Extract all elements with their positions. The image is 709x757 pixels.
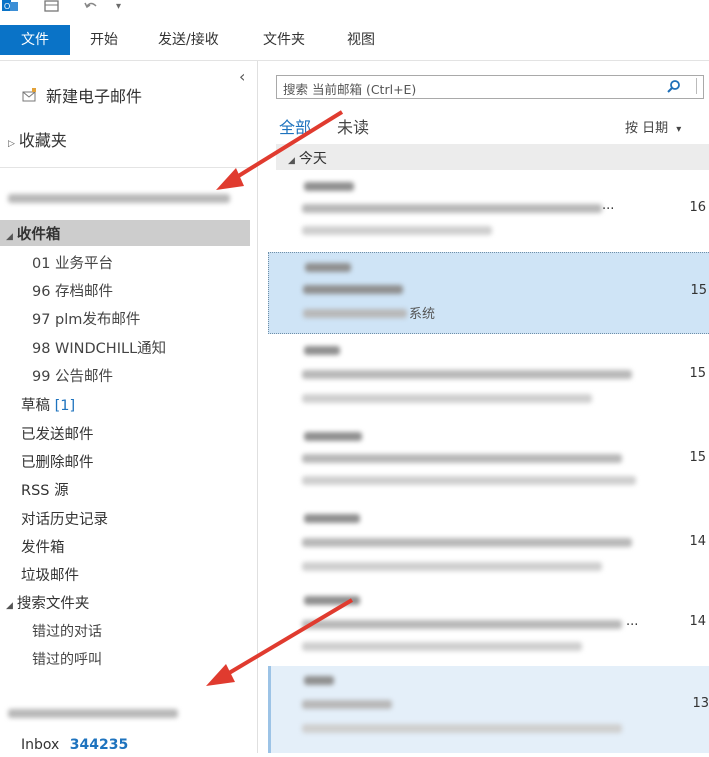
tab-folder[interactable]: 文件夹 (263, 25, 305, 55)
search-input[interactable]: 搜索 当前邮箱 (Ctrl+E) (283, 79, 416, 98)
new-email-label: 新建电子邮件 (46, 87, 143, 106)
mail-item[interactable]: 15 (268, 336, 709, 416)
folder-sent[interactable]: 已发送邮件 (21, 423, 94, 444)
account-name (8, 194, 230, 203)
second-inbox-label: Inbox (21, 737, 60, 753)
folder-conversation-history[interactable]: 对话历史记录 (21, 508, 108, 529)
mail-sender (304, 432, 362, 441)
mail-subject (302, 538, 632, 547)
mail-sender (305, 263, 351, 272)
mail-sender (304, 346, 340, 355)
filter-bar: 全部 未读 按 日期 ▾ (276, 113, 709, 141)
collapse-icon: ◢ (6, 601, 13, 611)
mail-preview (302, 562, 602, 571)
outlook-logo-icon: O (2, 0, 18, 18)
folder-outbox[interactable]: 发件箱 (21, 536, 65, 557)
mail-preview (302, 226, 492, 235)
new-email-button[interactable]: 新建电子邮件 (22, 83, 142, 107)
mail-ellipsis: ... (602, 198, 615, 213)
folder-announcements[interactable]: 99 公告邮件 (32, 365, 113, 386)
filter-all[interactable]: 全部 (279, 114, 311, 138)
mail-preview-tail: 系统 (409, 307, 436, 322)
customize-toolbar-icon[interactable]: ▾ (116, 0, 121, 14)
folder-pane: 新建电子邮件 ‹ ▷ 收藏夹 ◢ 收件箱 01 业务平台 96 存档邮件 97 pl… (0, 61, 258, 753)
mail-sender (304, 596, 360, 605)
ribbon-tabs: 文件 开始 发送/接收 文件夹 视图 (0, 22, 709, 61)
folder-windchill[interactable]: 98 WINDCHILL通知 (32, 337, 166, 358)
mail-subject (302, 700, 392, 709)
title-bar: O ▾ (0, 0, 709, 22)
expand-icon: ▷ (8, 139, 15, 149)
mail-subject (303, 285, 403, 294)
folder-second-inbox[interactable]: Inbox 344235 (21, 737, 128, 753)
search-divider (696, 78, 697, 94)
svg-text:O: O (4, 2, 10, 11)
mail-preview (302, 642, 582, 651)
folder-plm[interactable]: 97 plm发布邮件 (32, 308, 140, 329)
group-header-today[interactable]: ◢ 今天 (276, 144, 709, 170)
second-account-name (8, 709, 178, 718)
tab-send-receive[interactable]: 发送/接收 (158, 25, 219, 55)
mail-item-unread[interactable]: 13 (268, 666, 709, 753)
folder-business-platform[interactable]: 01 业务平台 (32, 252, 113, 273)
mail-item-selected[interactable]: 系统 15 (268, 252, 709, 334)
new-email-icon (22, 87, 38, 106)
inbox-label-row: ◢ 收件箱 (6, 223, 60, 244)
folder-archive[interactable]: 96 存档邮件 (32, 280, 113, 301)
collapse-icon: ◢ (288, 156, 295, 166)
folder-missed-calls[interactable]: 错过的呼叫 (32, 649, 102, 669)
folder-drafts[interactable]: 草稿 [1] (21, 394, 75, 415)
search-box[interactable]: 搜索 当前邮箱 (Ctrl+E) (276, 75, 704, 99)
inbox-label: 收件箱 (16, 227, 61, 243)
mail-item[interactable]: 15 (268, 420, 709, 500)
drafts-count: [1] (54, 398, 76, 414)
tab-view[interactable]: 视图 (347, 25, 375, 55)
undo-icon[interactable] (84, 0, 98, 16)
divider (0, 167, 256, 168)
favorites-label: 收藏夹 (18, 131, 67, 150)
folder-missed-conversations[interactable]: 错过的对话 (32, 621, 102, 641)
sort-by-date[interactable]: 按 日期 ▾ (625, 117, 681, 136)
mail-time: 15 (689, 366, 706, 381)
mail-time: 15 (690, 283, 707, 298)
search-folders-label: 搜索文件夹 (16, 596, 90, 612)
sort-label: 按 日期 (625, 121, 669, 136)
folder-junk[interactable]: 垃圾邮件 (21, 564, 79, 585)
mail-time: 13 (692, 696, 709, 711)
mail-item[interactable]: ... 14 (268, 584, 709, 664)
tab-file[interactable]: 文件 (0, 25, 70, 55)
mail-time: 15 (689, 450, 706, 465)
group-header-label: 今天 (298, 151, 327, 167)
filter-unread[interactable]: 未读 (337, 114, 369, 138)
mail-time: 14 (689, 614, 706, 629)
collapse-pane-icon[interactable]: ‹ (239, 67, 245, 86)
mail-preview (302, 476, 636, 485)
mail-item[interactable]: ... 16 (268, 172, 709, 248)
collapse-icon: ◢ (6, 232, 13, 242)
mail-sender (304, 514, 360, 523)
tab-home[interactable]: 开始 (90, 25, 118, 55)
sort-chevron-icon: ▾ (676, 124, 682, 135)
mail-subject (302, 620, 622, 629)
search-icon[interactable] (667, 78, 681, 93)
mail-preview (302, 394, 592, 403)
favorites-group[interactable]: ▷ 收藏夹 (8, 127, 67, 151)
mail-sender (304, 182, 354, 191)
mail-time: 14 (689, 534, 706, 549)
drafts-label: 草稿 (21, 398, 50, 414)
send-receive-icon[interactable] (44, 0, 60, 17)
mail-preview (303, 309, 407, 318)
mail-subject (302, 204, 602, 213)
folder-rss[interactable]: RSS 源 (21, 479, 69, 500)
mail-item[interactable]: 14 (268, 504, 709, 584)
mail-sender (304, 676, 334, 685)
mail-preview (302, 724, 622, 733)
mail-subject (302, 454, 622, 463)
second-inbox-count: 344235 (69, 737, 129, 753)
mail-subject (302, 370, 632, 379)
folder-search-folders[interactable]: ◢ 搜索文件夹 (6, 592, 89, 613)
folder-deleted[interactable]: 已删除邮件 (21, 451, 94, 472)
mail-ellipsis: ... (626, 614, 639, 629)
mail-time: 16 (689, 200, 706, 215)
